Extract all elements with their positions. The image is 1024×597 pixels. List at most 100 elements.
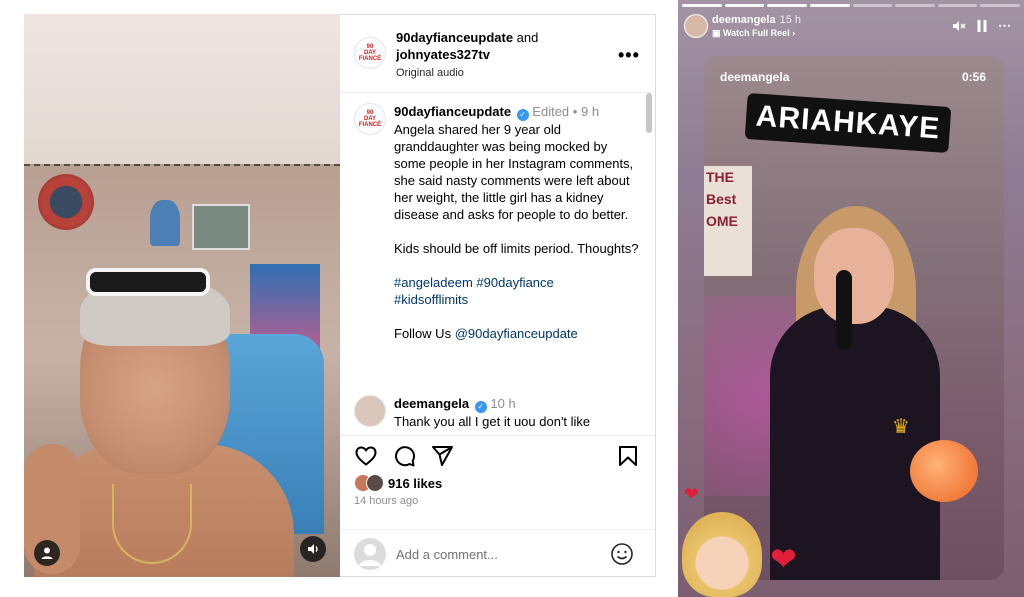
sound-button[interactable] bbox=[300, 536, 326, 562]
story-progress bbox=[682, 4, 1020, 7]
send-icon[interactable] bbox=[430, 444, 454, 468]
video-wall-photo bbox=[192, 204, 250, 250]
more-options-icon[interactable]: ••• bbox=[618, 45, 640, 66]
watch-full-reel-link[interactable]: ▣ Watch Full Reel › bbox=[712, 28, 795, 39]
screenshot-collage: 90 DAY FIANCÉ 90dayfianceupdate and johnya… bbox=[0, 0, 1024, 597]
shared-reel-card[interactable]: THE Best OME deemangela 0:56 ARIAHKAYE bbox=[704, 56, 1004, 580]
likes-row[interactable]: 916 likes bbox=[354, 473, 442, 493]
verified-icon: ✓ bbox=[516, 109, 529, 121]
post-header: 90 DAY FIANCÉ 90dayfianceupdate and johnya… bbox=[340, 15, 655, 93]
video-sunglasses bbox=[86, 268, 210, 296]
story-header: deemangela 15 h bbox=[712, 14, 801, 26]
post-panel: 90 DAY FIANCÉ 90dayfianceupdate and johnya… bbox=[340, 14, 656, 577]
story-controls: ⋯ bbox=[952, 18, 1011, 34]
crown-sticker: ♛ bbox=[892, 416, 910, 438]
progress-segment bbox=[980, 4, 1020, 7]
singer-body bbox=[770, 306, 940, 580]
chevron-right-icon: › bbox=[789, 28, 796, 38]
video-wall-cap bbox=[150, 200, 180, 246]
hashtag-link[interactable]: #angeladeem bbox=[394, 275, 473, 290]
caption-area: 90 DAY FIANCÉ 90dayfianceupdate ✓ Edited •… bbox=[340, 93, 655, 423]
pause-icon[interactable] bbox=[976, 19, 988, 33]
microphone bbox=[836, 270, 852, 350]
story-time: 15 h bbox=[779, 14, 802, 26]
liker-avatar bbox=[366, 474, 384, 492]
video-wall-hat bbox=[38, 174, 94, 230]
progress-segment bbox=[682, 4, 722, 7]
scrollbar-thumb[interactable] bbox=[646, 93, 652, 133]
wall-sign: THE Best OME bbox=[704, 166, 752, 276]
add-comment-bar bbox=[340, 529, 655, 577]
caption-text: 90dayfianceupdate ✓ Edited • 9 h Angela … bbox=[394, 103, 642, 342]
follow-prefix: Follow Us bbox=[394, 326, 452, 341]
heart-sticker: ❤ bbox=[770, 541, 797, 577]
progress-segment bbox=[767, 4, 807, 7]
commenter-avatar[interactable] bbox=[354, 395, 386, 427]
edited-label: Edited bbox=[532, 104, 570, 119]
more-icon[interactable]: ⋯ bbox=[998, 18, 1011, 34]
audio-link[interactable]: Original audio bbox=[396, 65, 596, 82]
name-sticker: ARIAHKAYE bbox=[744, 92, 952, 154]
comment-time: 10 h bbox=[490, 396, 516, 411]
heart-icon[interactable] bbox=[354, 444, 378, 468]
likes-count[interactable]: 916 likes bbox=[388, 476, 442, 491]
story-avatar[interactable] bbox=[684, 14, 708, 38]
comment-text: deemangela ✓ 10 h Thank you all I get it… bbox=[394, 395, 642, 430]
caption-username[interactable]: 90dayfianceupdate bbox=[394, 104, 511, 119]
caption-time: 9 h bbox=[580, 104, 600, 119]
mention-link[interactable]: @90dayfianceupdate bbox=[455, 326, 578, 341]
bookmark-icon[interactable] bbox=[616, 444, 640, 468]
progress-segment bbox=[852, 4, 893, 7]
reel-icon: ▣ bbox=[712, 28, 724, 38]
reel-username[interactable]: deemangela bbox=[720, 70, 789, 84]
verified-icon: ✓ bbox=[474, 401, 487, 413]
story-panel[interactable]: deemangela 15 h ▣ Watch Full Reel › ⋯ THE… bbox=[678, 0, 1024, 597]
comment-username[interactable]: deemangela bbox=[394, 396, 469, 411]
comment-input[interactable] bbox=[396, 540, 596, 568]
reel-duration: 0:56 bbox=[962, 70, 987, 84]
watch-reel-label: Watch Full Reel bbox=[723, 28, 790, 38]
meta-dot: • bbox=[572, 104, 578, 119]
author2-link[interactable]: johnyates327tv bbox=[396, 47, 490, 62]
author1-link[interactable]: 90dayfianceupdate bbox=[396, 30, 513, 45]
hashtag-link[interactable]: #kidsofflimits bbox=[394, 292, 468, 307]
video-necklace bbox=[112, 484, 192, 564]
heart-sticker: ❤ bbox=[684, 484, 700, 504]
likers-avatars bbox=[354, 474, 388, 492]
current-user-avatar bbox=[354, 538, 386, 570]
caption-body: Angela shared her 9 year old granddaught… bbox=[394, 122, 634, 222]
post-actions bbox=[340, 435, 655, 471]
caption-body-2: Kids should be off limits period. Though… bbox=[394, 241, 639, 256]
tagged-user-button[interactable] bbox=[34, 540, 60, 566]
comment-item: deemangela ✓ 10 h Thank you all I get it… bbox=[340, 393, 655, 433]
singer-face bbox=[814, 228, 894, 324]
user-icon bbox=[359, 544, 381, 566]
sound-icon bbox=[308, 544, 318, 554]
story-username[interactable]: deemangela bbox=[712, 14, 776, 26]
post-time-ago: 14 hours ago bbox=[354, 495, 419, 507]
caption-follow: Follow Us @90dayfianceupdate bbox=[394, 325, 642, 342]
peach-sticker bbox=[910, 440, 978, 502]
reel-video[interactable] bbox=[24, 14, 340, 577]
caption-logo: 90 DAY FIANCÉ bbox=[358, 110, 382, 128]
caption-hashtags: #angeladeem #90dayfiance #kidsofflimits bbox=[394, 274, 642, 308]
emoji-icon[interactable] bbox=[610, 542, 634, 566]
caption-meta: 90dayfianceupdate ✓ Edited • 9 h bbox=[394, 103, 642, 121]
progress-segment bbox=[809, 4, 850, 7]
post-authors: 90dayfianceupdate and johnyates327tv Ori… bbox=[396, 29, 596, 82]
user-icon bbox=[41, 547, 53, 559]
comment-icon[interactable] bbox=[392, 444, 416, 468]
author-logo: 90 DAY FIANCÉ bbox=[358, 44, 382, 62]
comment-body: Thank you all I get it uou don't like bbox=[394, 414, 591, 429]
progress-segment bbox=[724, 4, 765, 7]
video-ceiling bbox=[24, 14, 340, 164]
hashtag-link[interactable]: #90dayfiance bbox=[476, 275, 553, 290]
progress-segment bbox=[895, 4, 935, 7]
mute-icon[interactable] bbox=[952, 19, 966, 33]
author-avatar[interactable]: 90 DAY FIANCÉ bbox=[354, 37, 386, 69]
progress-segment bbox=[937, 4, 978, 7]
caption-avatar[interactable]: 90 DAY FIANCÉ bbox=[354, 103, 386, 135]
